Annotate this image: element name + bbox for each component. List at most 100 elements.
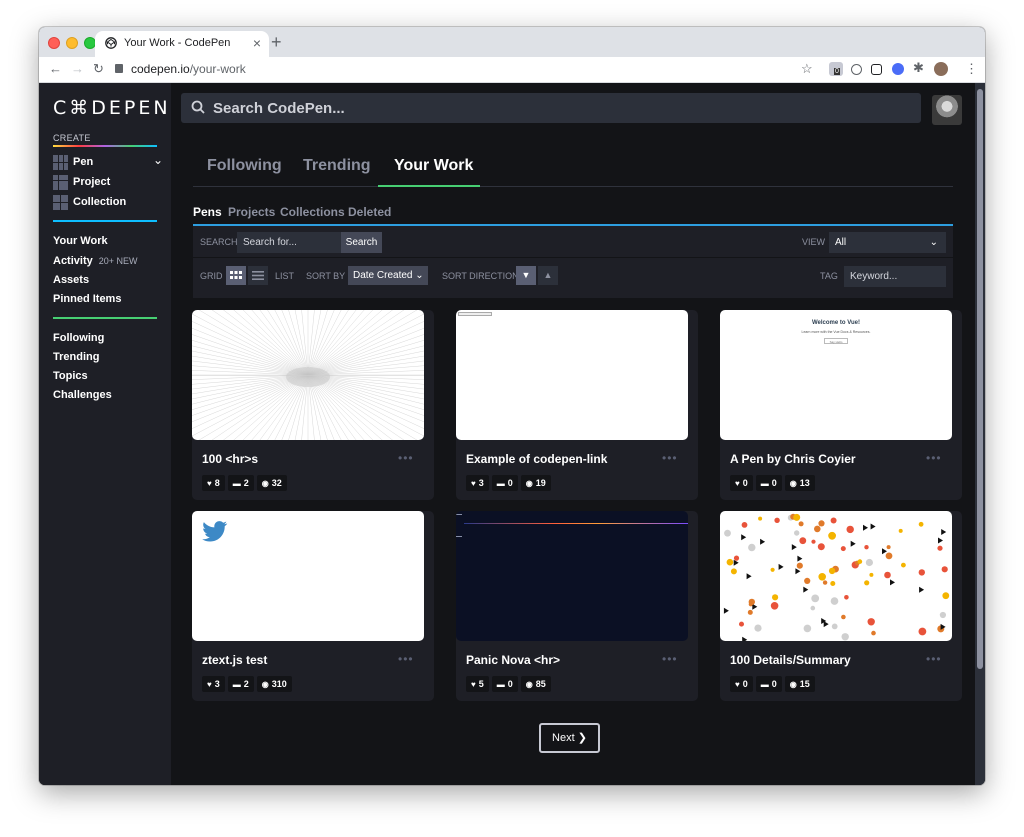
window-close-button[interactable] bbox=[48, 37, 60, 49]
next-label: Next bbox=[552, 732, 575, 744]
more-options-icon[interactable]: ••• bbox=[926, 652, 942, 666]
address-bar[interactable]: codepen.io/your-work bbox=[115, 62, 246, 76]
nav-activity[interactable]: Activity 20+ NEW bbox=[53, 255, 138, 267]
pen-thumbnail[interactable] bbox=[192, 511, 424, 641]
forward-icon[interactable]: → bbox=[71, 61, 84, 76]
user-avatar[interactable] bbox=[932, 95, 962, 125]
more-options-icon[interactable]: ••• bbox=[662, 451, 678, 465]
comment-button[interactable]: ▬ 2 bbox=[227, 676, 254, 692]
vue-preview-button: Say Hello bbox=[824, 338, 848, 344]
subtab-deleted[interactable]: Deleted bbox=[348, 205, 391, 219]
pen-thumbnail[interactable] bbox=[456, 511, 688, 641]
chevron-down-icon[interactable]: ⌄ bbox=[153, 153, 163, 167]
next-page-button[interactable]: Next ❯ bbox=[539, 723, 600, 753]
more-options-icon[interactable]: ••• bbox=[398, 652, 414, 666]
like-button[interactable]: ♥ 0 bbox=[730, 475, 753, 491]
sort-ascending-button[interactable]: ▲ bbox=[538, 266, 558, 285]
grid-view-button[interactable] bbox=[226, 266, 246, 285]
more-options-icon[interactable]: ••• bbox=[662, 652, 678, 666]
extension-1-icon[interactable]: 0 bbox=[829, 62, 843, 76]
like-button[interactable]: ♥ 0 bbox=[730, 676, 753, 692]
nav-your-work[interactable]: Your Work bbox=[53, 235, 108, 247]
filter-row-sort: GRID LIST SORT BY Date Created ⌄ SORT DI… bbox=[193, 259, 953, 297]
pen-title[interactable]: Example of codepen-link bbox=[466, 452, 607, 466]
create-collection-item[interactable]: Collection bbox=[53, 195, 163, 211]
puzzle-extensions-icon[interactable]: ✱ bbox=[913, 60, 924, 76]
pen-title[interactable]: Panic Nova <hr> bbox=[466, 653, 560, 667]
profile-avatar-icon[interactable] bbox=[934, 62, 948, 76]
codepen-search-bar[interactable] bbox=[181, 93, 921, 123]
create-project-item[interactable]: Project bbox=[53, 175, 163, 191]
nav-following-label: Following bbox=[53, 332, 105, 344]
nav-topics[interactable]: Topics bbox=[53, 370, 88, 382]
list-view-button[interactable] bbox=[248, 266, 268, 285]
pen-title[interactable]: ztext.js test bbox=[202, 653, 267, 667]
like-button[interactable]: ♥ 3 bbox=[202, 676, 225, 692]
window-minimize-button[interactable] bbox=[66, 37, 78, 49]
browser-menu-icon[interactable]: ⋮ bbox=[965, 61, 978, 77]
nav-assets[interactable]: Assets bbox=[53, 274, 89, 286]
pen-card[interactable]: 100 Details/Summary ••• ♥ 0 ▬ 0 ◉ 15 bbox=[720, 511, 962, 701]
sort-descending-button[interactable]: ▼ bbox=[516, 266, 536, 285]
pen-card[interactable]: Welcome to Vue! Learn more with the Vue … bbox=[720, 310, 962, 500]
extension-2-icon[interactable] bbox=[851, 64, 862, 75]
tab-trending[interactable]: Trending bbox=[303, 157, 371, 187]
comment-button[interactable]: ▬ 0 bbox=[755, 676, 782, 692]
activity-badge: 20+ NEW bbox=[98, 256, 138, 266]
more-options-icon[interactable]: ••• bbox=[398, 451, 414, 465]
nav-assets-label: Assets bbox=[53, 274, 90, 286]
create-pen-item[interactable]: Pen ⌄ bbox=[53, 153, 163, 171]
pen-thumbnail[interactable]: Welcome to Vue! Learn more with the Vue … bbox=[720, 310, 952, 440]
subtab-collections[interactable]: Collections bbox=[280, 205, 345, 219]
new-tab-icon[interactable]: + bbox=[271, 32, 282, 53]
pen-title[interactable]: 100 Details/Summary bbox=[730, 653, 851, 667]
twitter-bird-icon bbox=[202, 521, 228, 542]
heart-icon: ♥ bbox=[735, 479, 740, 488]
bookmark-star-icon[interactable]: ☆ bbox=[801, 61, 813, 77]
eye-icon: ◉ bbox=[789, 680, 797, 689]
scrollbar-thumb[interactable] bbox=[977, 89, 983, 669]
nav-trending[interactable]: Trending bbox=[53, 351, 99, 363]
tab-your-work[interactable]: Your Work bbox=[394, 157, 473, 187]
comment-button[interactable]: ▬ 2 bbox=[227, 475, 254, 491]
codepen-logo[interactable]: C⌘DEPEN bbox=[53, 97, 171, 119]
pen-thumbnail[interactable] bbox=[456, 310, 688, 440]
view-select[interactable]: All ⌄ bbox=[829, 232, 946, 253]
pen-card[interactable]: Panic Nova <hr> ••• ♥ 5 ▬ 0 ◉ 85 bbox=[456, 511, 698, 701]
browser-tab-active[interactable]: Your Work - CodePen × bbox=[95, 31, 269, 57]
nav-following[interactable]: Following bbox=[53, 332, 104, 344]
filter-row-search: SEARCH Search VIEW All ⌄ bbox=[193, 226, 953, 258]
pen-search-button[interactable]: Search bbox=[341, 232, 382, 253]
pen-card[interactable]: 100 <hr>s ••• ♥ 8 ▬ 2 ◉ 32 bbox=[192, 310, 434, 500]
comment-button[interactable]: ▬ 0 bbox=[491, 475, 518, 491]
search-input[interactable] bbox=[213, 97, 893, 119]
pen-title[interactable]: A Pen by Chris Coyier bbox=[730, 452, 856, 466]
comment-button[interactable]: ▬ 0 bbox=[491, 676, 518, 692]
pen-thumbnail[interactable] bbox=[720, 511, 952, 641]
extension-3-icon[interactable] bbox=[871, 64, 882, 75]
pen-search-input[interactable] bbox=[237, 232, 341, 253]
more-options-icon[interactable]: ••• bbox=[926, 451, 942, 465]
nav-challenges[interactable]: Challenges bbox=[53, 389, 112, 401]
like-button[interactable]: ♥ 8 bbox=[202, 475, 225, 491]
back-icon[interactable]: ← bbox=[49, 61, 62, 76]
pen-title[interactable]: 100 <hr>s bbox=[202, 452, 258, 466]
reload-icon[interactable]: ↻ bbox=[93, 61, 104, 77]
tab-following[interactable]: Following bbox=[207, 157, 282, 187]
subtab-pens[interactable]: Pens bbox=[193, 205, 222, 219]
nav-pinned-items[interactable]: Pinned Items bbox=[53, 293, 121, 305]
sortby-select[interactable]: Date Created ⌄ bbox=[348, 266, 428, 285]
search-icon bbox=[191, 100, 205, 114]
like-button[interactable]: ♥ 5 bbox=[466, 676, 489, 692]
like-button[interactable]: ♥ 3 bbox=[466, 475, 489, 491]
pen-card[interactable]: ztext.js test ••• ♥ 3 ▬ 2 ◉ 310 bbox=[192, 511, 434, 701]
tag-input[interactable] bbox=[844, 266, 946, 287]
like-count: 8 bbox=[214, 478, 220, 488]
subtab-projects[interactable]: Projects bbox=[228, 205, 275, 219]
tab-close-icon[interactable]: × bbox=[253, 35, 261, 51]
page-scrollbar[interactable] bbox=[975, 83, 985, 785]
comment-button[interactable]: ▬ 0 bbox=[755, 475, 782, 491]
pen-thumbnail[interactable] bbox=[192, 310, 424, 440]
pen-card[interactable]: Example of codepen-link ••• ♥ 3 ▬ 0 ◉ 19 bbox=[456, 310, 698, 500]
extension-4-icon[interactable] bbox=[892, 63, 904, 75]
